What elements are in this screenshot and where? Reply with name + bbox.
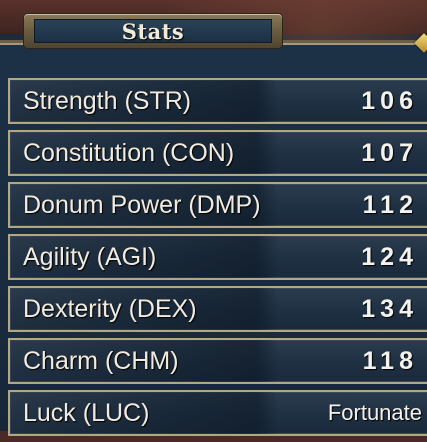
stat-value: 112	[362, 191, 418, 219]
stats-header-tab: Stats	[24, 14, 282, 48]
stat-value: 106	[361, 87, 418, 115]
stat-value: Fortunate	[327, 400, 422, 425]
stat-label: Constitution (CON)	[23, 139, 235, 167]
stats-header-inner: Stats	[34, 18, 272, 44]
stat-label: Agility (AGI)	[23, 243, 157, 271]
stat-label: Dexterity (DEX)	[23, 295, 197, 323]
stat-value: 134	[361, 295, 418, 323]
stat-row-agi[interactable]: Agility (AGI) 124	[8, 234, 427, 280]
stat-value: 107	[361, 139, 418, 167]
stats-list: Strength (STR) 106 Constitution (CON) 10…	[8, 78, 427, 442]
stat-label: Strength (STR)	[23, 87, 192, 115]
stat-label: Charm (CHM)	[23, 347, 179, 375]
stat-row-con[interactable]: Constitution (CON) 107	[8, 130, 427, 176]
stat-row-luc[interactable]: Luck (LUC) Fortunate	[8, 390, 427, 436]
stat-row-str[interactable]: Strength (STR) 106	[8, 78, 427, 124]
stat-value: 124	[361, 243, 418, 271]
stat-row-dmp[interactable]: Donum Power (DMP) 112	[8, 182, 427, 228]
stat-row-dex[interactable]: Dexterity (DEX) 134	[8, 286, 427, 332]
stat-row-chm[interactable]: Charm (CHM) 118	[8, 338, 427, 384]
stat-label: Donum Power (DMP)	[23, 191, 261, 219]
page-title: Stats	[121, 18, 185, 44]
stat-label: Luck (LUC)	[23, 399, 150, 427]
stat-value: 118	[362, 347, 418, 375]
